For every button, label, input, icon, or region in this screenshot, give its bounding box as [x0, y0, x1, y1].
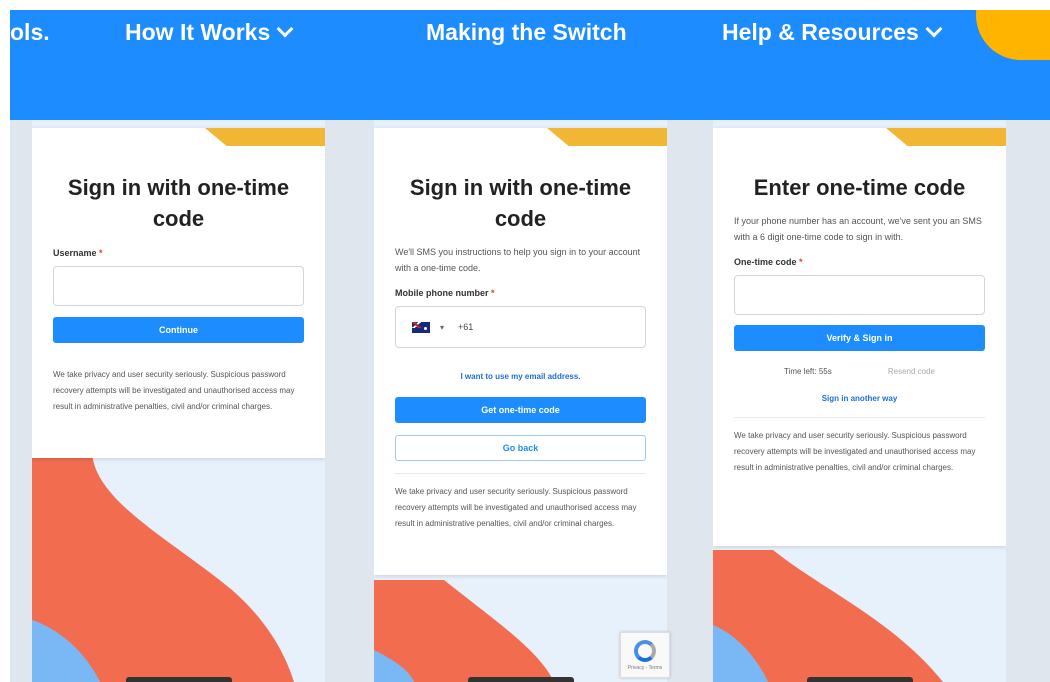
one-time-code-input[interactable]	[734, 275, 985, 315]
card-accent-stripe	[886, 128, 1006, 146]
enter-code-card: Enter one-time code If your phone number…	[713, 128, 1006, 546]
use-email-link[interactable]: I want to use my email address.	[395, 372, 646, 381]
card-title: Sign in with one-time code	[67, 175, 290, 231]
code-label: One-time code *	[734, 257, 985, 267]
username-label: Username *	[53, 248, 304, 258]
mobile-label: Mobile phone number *	[395, 288, 646, 298]
continue-button[interactable]: Continue	[53, 317, 304, 343]
phone-screen-mobile: Sign in with one-time code We'll SMS you…	[374, 120, 667, 682]
nav-item-label: ols.	[10, 19, 50, 45]
divider	[395, 473, 646, 474]
card-title: Sign in with one-time code	[409, 175, 632, 231]
required-marker: *	[799, 257, 803, 267]
recaptcha-text: Privacy - Terms	[627, 664, 663, 671]
chevron-down-icon	[276, 20, 294, 38]
recaptcha-badge[interactable]: Privacy - Terms	[620, 632, 670, 678]
privacy-notice: We take privacy and user security seriou…	[734, 431, 976, 472]
country-code: +61	[458, 322, 474, 332]
home-indicator	[468, 677, 574, 682]
mobile-label-text: Mobile phone number	[395, 288, 489, 298]
card-description: We'll SMS you instructions to help you s…	[395, 247, 641, 273]
chevron-down-icon[interactable]: ▾	[440, 323, 444, 332]
nav-item-label: Help & Resources	[722, 19, 919, 45]
nav-item-help-resources[interactable]: Help & Resources	[722, 18, 943, 46]
countdown-timer: Time left: 55s	[784, 367, 832, 376]
privacy-notice: We take privacy and user security seriou…	[395, 487, 637, 528]
go-back-button[interactable]: Go back	[395, 435, 646, 461]
code-label-text: One-time code	[734, 257, 797, 267]
username-input[interactable]	[53, 266, 304, 306]
card-title: Enter one-time code	[753, 175, 966, 200]
phone-screen-code: Enter one-time code If your phone number…	[713, 120, 1006, 682]
card-accent-stripe	[547, 128, 667, 146]
verify-sign-in-button[interactable]: Verify & Sign in	[734, 325, 985, 351]
screenshot-collage: ols. How It Works Making the Switch Help…	[10, 10, 1050, 682]
required-marker: *	[99, 248, 103, 258]
get-code-button[interactable]: Get one-time code	[395, 397, 646, 423]
recaptcha-icon	[634, 639, 656, 662]
nav-item-making-the-switch[interactable]: Making the Switch	[426, 18, 627, 46]
sign-in-another-way-link[interactable]: Sign in another way	[734, 394, 985, 403]
chevron-down-icon	[925, 20, 943, 38]
nav-item-tools[interactable]: ols.	[10, 18, 50, 46]
divider	[734, 417, 985, 418]
sign-in-card: Sign in with one-time code Username * Co…	[32, 128, 325, 458]
nav-item-how-it-works[interactable]: How It Works	[125, 18, 294, 46]
top-navigation-bar: ols. How It Works Making the Switch Help…	[10, 10, 1050, 120]
nav-item-label: Making the Switch	[426, 19, 627, 45]
mobile-phone-input[interactable]: ▾ +61	[395, 306, 646, 348]
privacy-notice: We take privacy and user security seriou…	[53, 370, 295, 411]
sign-in-card: Sign in with one-time code We'll SMS you…	[374, 128, 667, 575]
australia-flag-icon[interactable]	[412, 321, 430, 333]
username-label-text: Username	[53, 248, 97, 258]
required-marker: *	[491, 288, 495, 298]
phone-screen-username: Sign in with one-time code Username * Co…	[32, 120, 325, 682]
decorative-blob	[976, 10, 1050, 60]
home-indicator	[126, 677, 232, 682]
resend-code-button[interactable]: Resend code	[888, 367, 935, 376]
card-accent-stripe	[205, 128, 325, 146]
home-indicator	[807, 677, 913, 682]
timer-row: Time left: 55s Resend code	[734, 367, 985, 376]
card-description: If your phone number has an account, we'…	[734, 216, 982, 242]
nav-item-label: How It Works	[125, 19, 271, 45]
